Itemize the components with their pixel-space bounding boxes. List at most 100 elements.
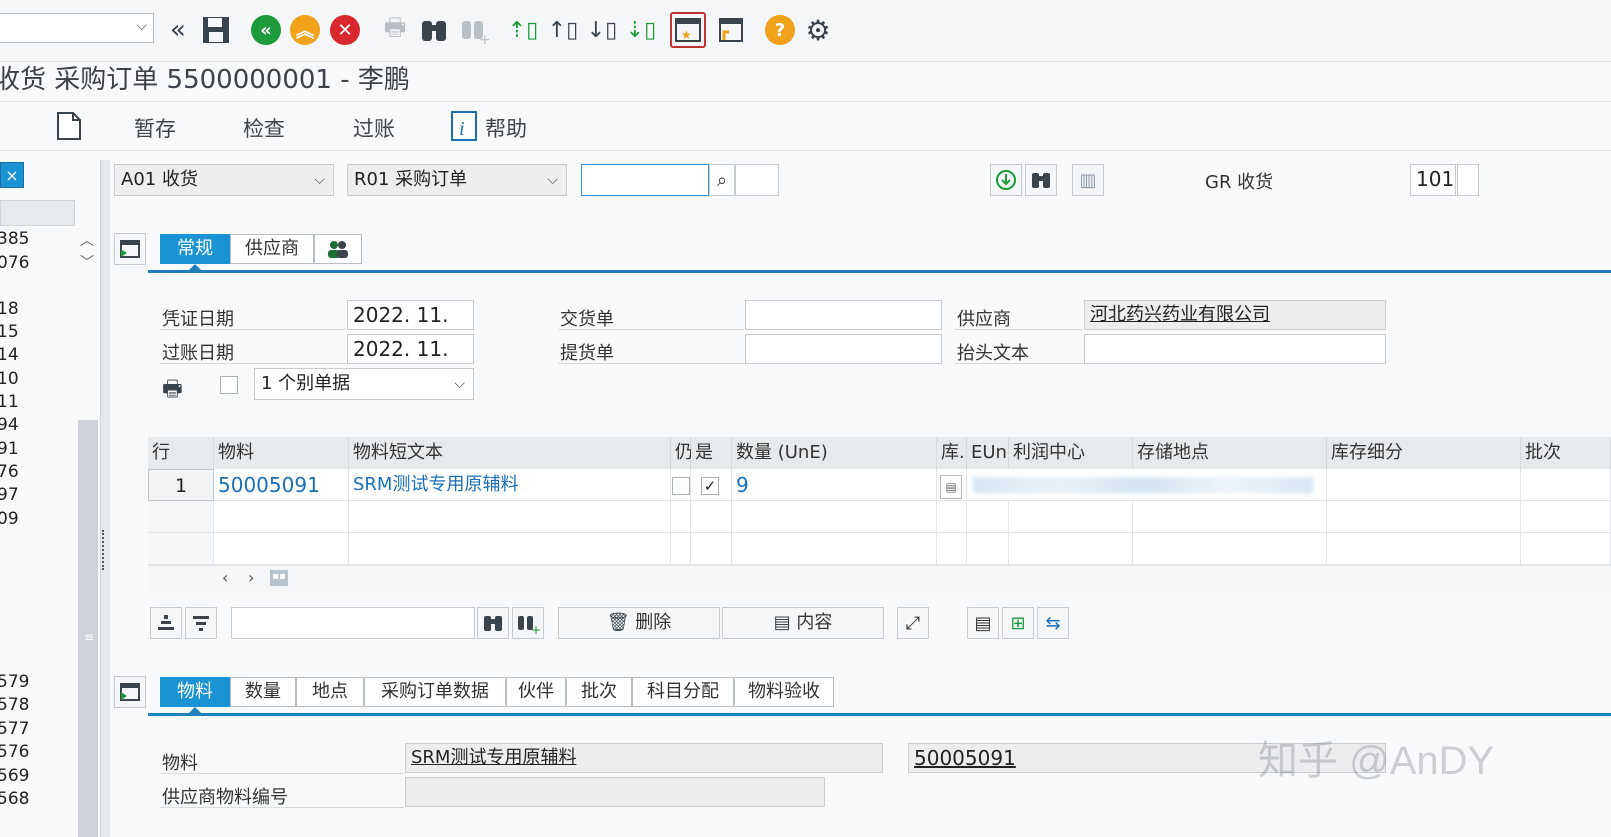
cell[interactable] <box>1521 501 1611 533</box>
last-page-icon[interactable]: ⇣▯ <box>623 12 659 48</box>
splitter-grip-icon[interactable] <box>102 530 106 570</box>
find-icon[interactable] <box>416 12 452 48</box>
column-header[interactable]: 存储地点 <box>1133 437 1327 469</box>
cell[interactable] <box>214 533 349 565</box>
cell[interactable] <box>1009 533 1133 565</box>
cell[interactable] <box>967 501 1009 533</box>
cell[interactable] <box>349 501 671 533</box>
vendor-value[interactable]: 河北药兴药业有限公司 <box>1084 300 1386 330</box>
scroll-position-icon[interactable]: ▪▪ <box>270 570 288 586</box>
cell[interactable] <box>1521 533 1611 565</box>
column-header[interactable]: 库存细分 <box>1327 437 1521 469</box>
list-item[interactable]: 579 <box>0 672 29 692</box>
tab-vendor[interactable]: 供应商 <box>230 234 314 264</box>
list-item[interactable]: 385 <box>0 229 29 249</box>
cell[interactable] <box>691 501 732 533</box>
cell[interactable]: ▤ <box>937 469 967 501</box>
cell[interactable] <box>937 533 967 565</box>
close-icon[interactable]: × <box>0 162 24 188</box>
find-text-input[interactable] <box>231 607 475 639</box>
list-item[interactable]: 569 <box>0 766 29 786</box>
partner-icon[interactable] <box>314 234 362 264</box>
cell[interactable] <box>1133 501 1327 533</box>
up-icon[interactable]: ︽ <box>287 12 323 48</box>
material-cell[interactable]: 50005091 <box>214 469 349 501</box>
scroll-right-icon[interactable]: › <box>248 568 254 587</box>
list-item[interactable]: 576 <box>0 742 29 762</box>
grip-icon[interactable]: ≡ <box>84 630 94 644</box>
contents-button[interactable]: ▤ 内容 <box>722 607 884 639</box>
list-item[interactable]: 11 <box>0 392 19 412</box>
execute-icon[interactable] <box>990 164 1022 196</box>
cell[interactable] <box>1327 533 1521 565</box>
chevron-down-icon[interactable]: ⌵ <box>136 18 147 34</box>
tab-material-inspection[interactable]: 物料验收 <box>734 677 834 707</box>
cell[interactable] <box>691 533 732 565</box>
list-item[interactable]: 18 <box>0 299 19 319</box>
save-icon[interactable] <box>198 12 234 48</box>
bill-of-lading-input[interactable] <box>745 334 942 364</box>
column-header[interactable]: 是 <box>691 437 732 469</box>
item-ok-checkbox[interactable]: ✓ <box>701 476 719 495</box>
po-number-input[interactable] <box>581 164 709 196</box>
cell[interactable] <box>1327 469 1521 501</box>
splitter[interactable] <box>100 160 110 837</box>
cell[interactable] <box>214 501 349 533</box>
short-text-cell[interactable]: SRM测试专用原辅料 <box>349 469 671 501</box>
movement-type-input[interactable]: 101 <box>1410 164 1456 196</box>
filter-icon[interactable] <box>185 607 217 639</box>
sort-ascending-icon[interactable] <box>150 607 182 639</box>
column-header[interactable]: EUn <box>967 437 1009 469</box>
add-row-icon[interactable]: ⊞ <box>1002 607 1034 639</box>
delete-button[interactable]: 🗑 删除 <box>558 607 720 639</box>
list-item[interactable]: 577 <box>0 719 29 739</box>
vendor-material-value[interactable] <box>405 777 825 807</box>
tab-batch[interactable]: 批次 <box>566 677 632 707</box>
print-checkbox[interactable] <box>220 376 238 394</box>
tab-general[interactable]: 常规 <box>160 234 230 264</box>
scrollbar[interactable] <box>78 420 98 837</box>
list-item[interactable]: 94 <box>0 415 19 435</box>
tab-where[interactable]: 地点 <box>296 677 364 707</box>
cell[interactable] <box>349 533 671 565</box>
column-header[interactable]: 利润中心 <box>1009 437 1133 469</box>
reference-select[interactable]: R01 采购订单 ⌵ <box>347 164 567 196</box>
post-date-input[interactable]: 2022. 11. 22 <box>347 334 474 389</box>
cell[interactable] <box>671 533 691 565</box>
tab-material[interactable]: 物料 <box>160 677 230 707</box>
find-icon[interactable] <box>477 607 509 639</box>
list-item[interactable]: 10 <box>0 369 19 389</box>
material-text-value[interactable]: SRM测试专用原辅料 <box>405 743 883 773</box>
collapse-detail-icon[interactable] <box>114 676 146 708</box>
list-item[interactable]: 91 <box>0 439 19 459</box>
tab-partner[interactable]: 伙伴 <box>506 677 566 707</box>
column-header[interactable]: 行 <box>148 437 214 469</box>
find-next-icon[interactable]: + <box>512 607 544 639</box>
cell[interactable] <box>671 469 691 501</box>
prev-page-icon[interactable]: ↑▯ <box>545 12 581 48</box>
tab-quantity[interactable]: 数量 <box>230 677 296 707</box>
row-selector[interactable]: 1 <box>148 469 214 501</box>
shortcut-icon[interactable] <box>712 12 748 48</box>
cell[interactable] <box>1521 469 1611 501</box>
cell[interactable] <box>1327 501 1521 533</box>
cell[interactable] <box>967 533 1009 565</box>
post-button[interactable]: 过账 <box>353 113 395 143</box>
fullscreen-icon[interactable]: ⤢ <box>897 607 929 639</box>
settings-icon[interactable]: ⚙ <box>800 12 836 48</box>
delivery-note-input[interactable] <box>745 300 942 330</box>
cell[interactable] <box>937 501 967 533</box>
scroll-left-icon[interactable]: ‹ <box>222 568 228 587</box>
header-text-input[interactable] <box>1084 334 1386 364</box>
exit-icon[interactable]: « <box>248 12 284 48</box>
tab-po-data[interactable]: 采购订单数据 <box>364 677 506 707</box>
find-icon[interactable] <box>1025 164 1057 196</box>
layout-icon[interactable]: ▥ <box>1072 164 1104 196</box>
cell[interactable] <box>671 501 691 533</box>
info-icon[interactable]: i <box>451 111 477 146</box>
list-item[interactable]: 076 <box>0 253 29 273</box>
cell[interactable] <box>732 501 937 533</box>
hold-button[interactable]: 暂存 <box>134 113 176 143</box>
cell[interactable]: ✓ <box>691 469 732 501</box>
first-page-icon[interactable]: ⇡▯ <box>505 12 541 48</box>
